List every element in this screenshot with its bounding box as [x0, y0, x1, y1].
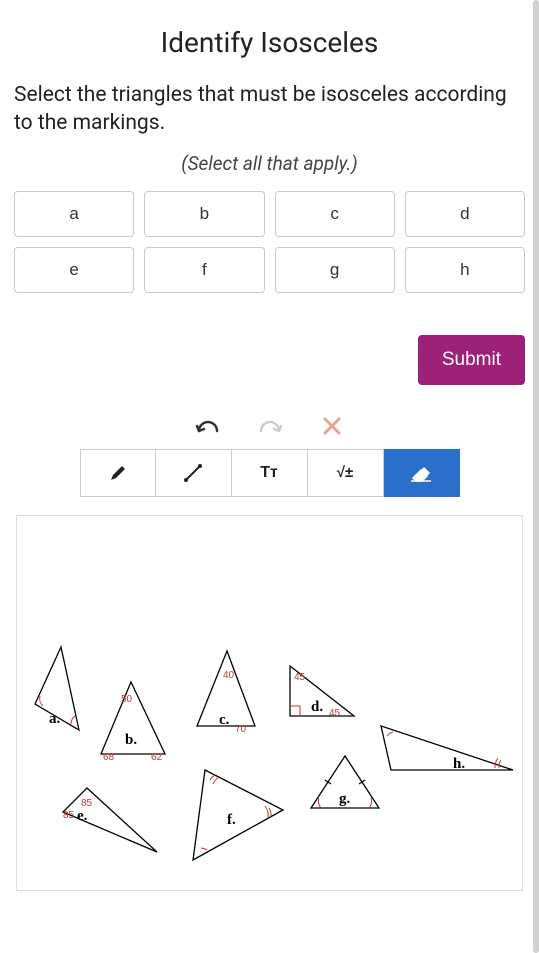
- undo-icon[interactable]: [195, 413, 221, 439]
- label-h: h.: [453, 756, 465, 773]
- label-f: f.: [227, 812, 236, 829]
- math-tool[interactable]: √±: [308, 449, 384, 497]
- angle-b-top: 50: [121, 694, 132, 705]
- submit-button[interactable]: Submit: [418, 335, 525, 385]
- text-tool[interactable]: Tᴛ: [232, 449, 308, 497]
- option-f[interactable]: f: [144, 247, 264, 293]
- option-h[interactable]: h: [405, 247, 525, 293]
- drawing-canvas[interactable]: a. 50 68 62 b. 40 70 c. 45 45 d. 85 85 e…: [16, 515, 523, 891]
- label-d: d.: [311, 699, 323, 716]
- page-title: Identify Isosceles: [14, 26, 525, 59]
- option-a[interactable]: a: [14, 191, 134, 237]
- instruction-text: Select the triangles that must be isosce…: [14, 81, 525, 138]
- option-g[interactable]: g: [275, 247, 395, 293]
- hint-text: (Select all that apply.): [14, 152, 525, 175]
- eraser-tool[interactable]: [384, 449, 460, 497]
- options-grid: a b c d e f g h: [14, 191, 525, 293]
- redo-icon[interactable]: [257, 413, 283, 439]
- angle-e-left: 85: [63, 810, 74, 821]
- option-e[interactable]: e: [14, 247, 134, 293]
- angle-b-right: 62: [151, 752, 162, 763]
- option-b[interactable]: b: [144, 191, 264, 237]
- angle-c-top: 40: [223, 670, 234, 681]
- drawing-toolbar: Tᴛ √±: [14, 449, 525, 497]
- label-e: e.: [77, 808, 87, 825]
- label-a: a.: [49, 711, 60, 728]
- angle-b-left: 68: [103, 752, 114, 763]
- option-c[interactable]: c: [275, 191, 395, 237]
- triangle-d: [282, 660, 362, 726]
- label-c: c.: [219, 712, 229, 729]
- option-d[interactable]: d: [405, 191, 525, 237]
- line-tool[interactable]: [156, 449, 232, 497]
- close-icon[interactable]: [319, 413, 345, 439]
- triangle-h: [373, 716, 523, 786]
- label-b: b.: [125, 732, 137, 749]
- angle-c-bottom: 70: [235, 724, 246, 735]
- pencil-tool[interactable]: [80, 449, 156, 497]
- angle-d-right: 45: [329, 708, 340, 719]
- triangle-e: [57, 784, 167, 864]
- scrollbar[interactable]: [533, 0, 539, 953]
- label-g: g.: [339, 791, 350, 808]
- angle-d-top: 45: [294, 672, 305, 683]
- triangle-b: [95, 676, 173, 764]
